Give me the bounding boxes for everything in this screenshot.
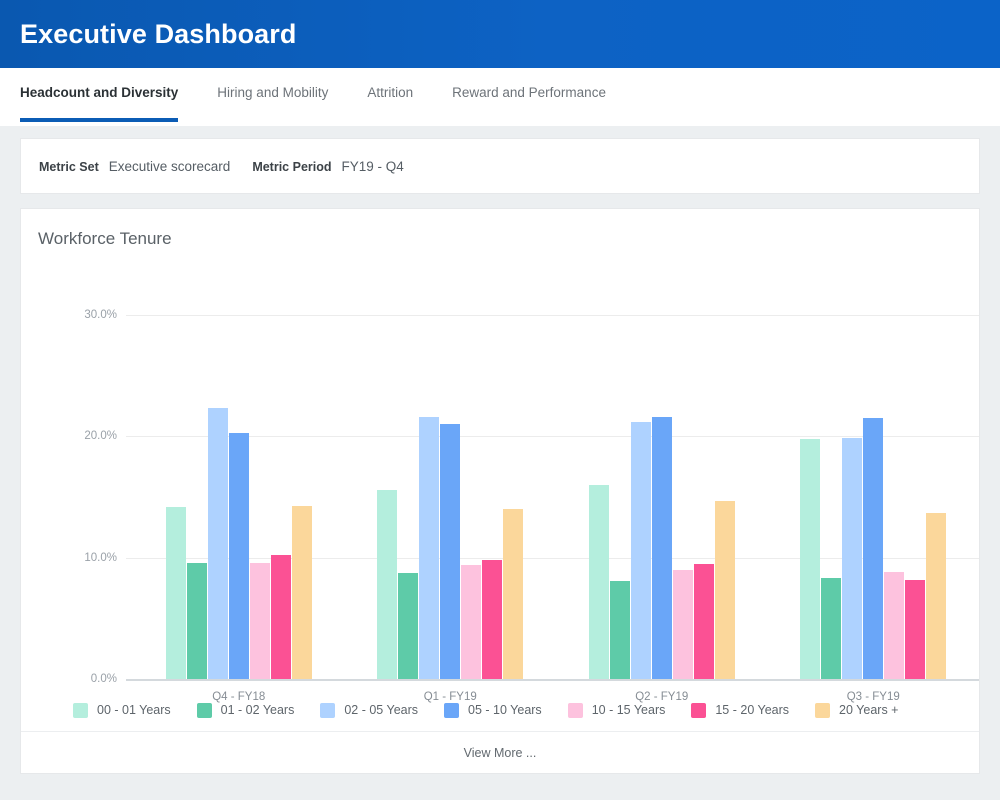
bar-group: [345, 249, 557, 679]
tab-attrition[interactable]: Attrition: [367, 68, 413, 116]
y-axis: 0.0% 10.0% 20.0% 30.0%: [61, 249, 117, 689]
bar[interactable]: [714, 500, 735, 679]
legend-item[interactable]: 15 - 20 Years: [691, 702, 790, 718]
bar-group: [556, 249, 768, 679]
legend-label: 20 Years +: [839, 703, 899, 717]
tab-label: Reward and Performance: [452, 84, 606, 100]
bar-group: [133, 249, 345, 679]
bar[interactable]: [440, 424, 461, 679]
bar[interactable]: [821, 578, 842, 679]
bar[interactable]: [609, 580, 630, 679]
legend-swatch: [73, 702, 88, 718]
filter-value[interactable]: Executive scorecard: [109, 159, 231, 174]
bar[interactable]: [926, 512, 947, 679]
x-axis-tick-label: Q4 - FY18: [212, 691, 266, 703]
tab-label: Hiring and Mobility: [217, 84, 329, 100]
bar[interactable]: [165, 506, 186, 679]
legend-item[interactable]: 20 Years +: [815, 702, 899, 718]
chart-title: Workforce Tenure: [38, 229, 172, 248]
legend-item[interactable]: 02 - 05 Years: [320, 702, 419, 718]
bar-groups: [133, 249, 979, 679]
bar[interactable]: [693, 563, 714, 679]
bar-group: [768, 249, 980, 679]
tab-label: Attrition: [367, 84, 414, 100]
y-axis-tick-label: 20.0%: [84, 430, 117, 443]
card-footer: View More ...: [21, 731, 979, 773]
x-axis-labels: Q4 - FY18 Q1 - FY19 Q2 - FY19 Q3 - FY19: [133, 691, 979, 703]
bar[interactable]: [863, 418, 884, 679]
bar[interactable]: [228, 432, 249, 679]
bar[interactable]: [503, 509, 524, 679]
legend-label: 05 - 10 Years: [468, 703, 542, 717]
bar[interactable]: [186, 562, 207, 679]
filter-bar: Metric Set Executive scorecard Metric Peri…: [20, 138, 980, 194]
bar[interactable]: [672, 569, 693, 679]
y-axis-tick-label: 0.0%: [90, 673, 117, 685]
bar[interactable]: [884, 572, 905, 679]
page-title: Executive Dashboard: [20, 18, 297, 49]
filter-value[interactable]: FY19 - Q4: [342, 159, 404, 174]
app-header: Executive Dashboard: [0, 0, 1000, 68]
bar[interactable]: [291, 505, 312, 679]
view-more-link[interactable]: View More ...: [464, 746, 537, 760]
bar[interactable]: [482, 560, 503, 679]
legend-label: 15 - 20 Years: [715, 703, 790, 717]
legend-label: 01 - 02 Years: [220, 703, 295, 717]
tab-bar: Headcount and Diversity Hiring and Mobili…: [0, 68, 1000, 122]
legend-label: 02 - 05 Years: [344, 703, 419, 717]
y-axis-tick-label: 10.0%: [84, 551, 117, 564]
legend-swatch: [444, 702, 460, 718]
tab-label: Headcount and Diversity: [20, 84, 179, 100]
bar[interactable]: [461, 564, 482, 679]
y-axis-tick-label: 30.0%: [84, 309, 117, 321]
x-axis-tick-label: Q3 - FY19: [846, 691, 900, 703]
x-axis-tick-label: Q2 - FY19: [635, 691, 689, 703]
bar[interactable]: [207, 408, 228, 679]
tab-hiring-and-mobility[interactable]: Hiring and Mobility: [217, 68, 328, 116]
chart-plot-wrap: 0.0% 10.0% 20.0% 30.0% Q4 - FY18 Q1 - FY19 Q2…: [21, 249, 979, 703]
legend-swatch: [196, 702, 212, 718]
legend-swatch: [320, 702, 336, 718]
legend-item[interactable]: 00 - 01 Years: [73, 702, 171, 718]
bar[interactable]: [588, 484, 609, 679]
bar[interactable]: [905, 579, 926, 679]
filter-label: Metric Period: [252, 159, 332, 174]
tab-reward-and-performance[interactable]: Reward and Performance: [452, 68, 606, 116]
x-axis-tick-label: Q1 - FY19: [423, 691, 477, 703]
legend-item[interactable]: 10 - 15 Years: [567, 702, 666, 718]
filter-metric-period[interactable]: Metric Period FY19 - Q4: [252, 159, 403, 174]
bar[interactable]: [842, 437, 863, 679]
bar[interactable]: [249, 562, 270, 679]
workforce-tenure-card: Workforce Tenure 0.0% 10.0% 20.0% 30.0% Q4 …: [20, 208, 980, 774]
legend-label: 00 - 01 Years: [97, 703, 171, 717]
legend-swatch: [815, 702, 831, 718]
filter-label: Metric Set: [39, 159, 99, 174]
legend-swatch: [567, 702, 583, 718]
legend-swatch: [691, 702, 707, 718]
bar[interactable]: [377, 489, 398, 679]
bar[interactable]: [651, 416, 672, 679]
bar[interactable]: [270, 555, 291, 679]
plot-area: Q4 - FY18 Q1 - FY19 Q2 - FY19 Q3 - FY19: [133, 249, 979, 703]
legend-label: 10 - 15 Years: [591, 703, 666, 717]
tab-headcount-and-diversity[interactable]: Headcount and Diversity: [20, 68, 179, 122]
bar[interactable]: [398, 573, 419, 679]
legend-item[interactable]: 05 - 10 Years: [444, 702, 542, 718]
bar[interactable]: [800, 438, 821, 679]
legend-item[interactable]: 01 - 02 Years: [196, 702, 295, 718]
bar[interactable]: [630, 421, 651, 679]
bar[interactable]: [419, 416, 440, 679]
filter-metric-set[interactable]: Metric Set Executive scorecard: [39, 159, 230, 174]
